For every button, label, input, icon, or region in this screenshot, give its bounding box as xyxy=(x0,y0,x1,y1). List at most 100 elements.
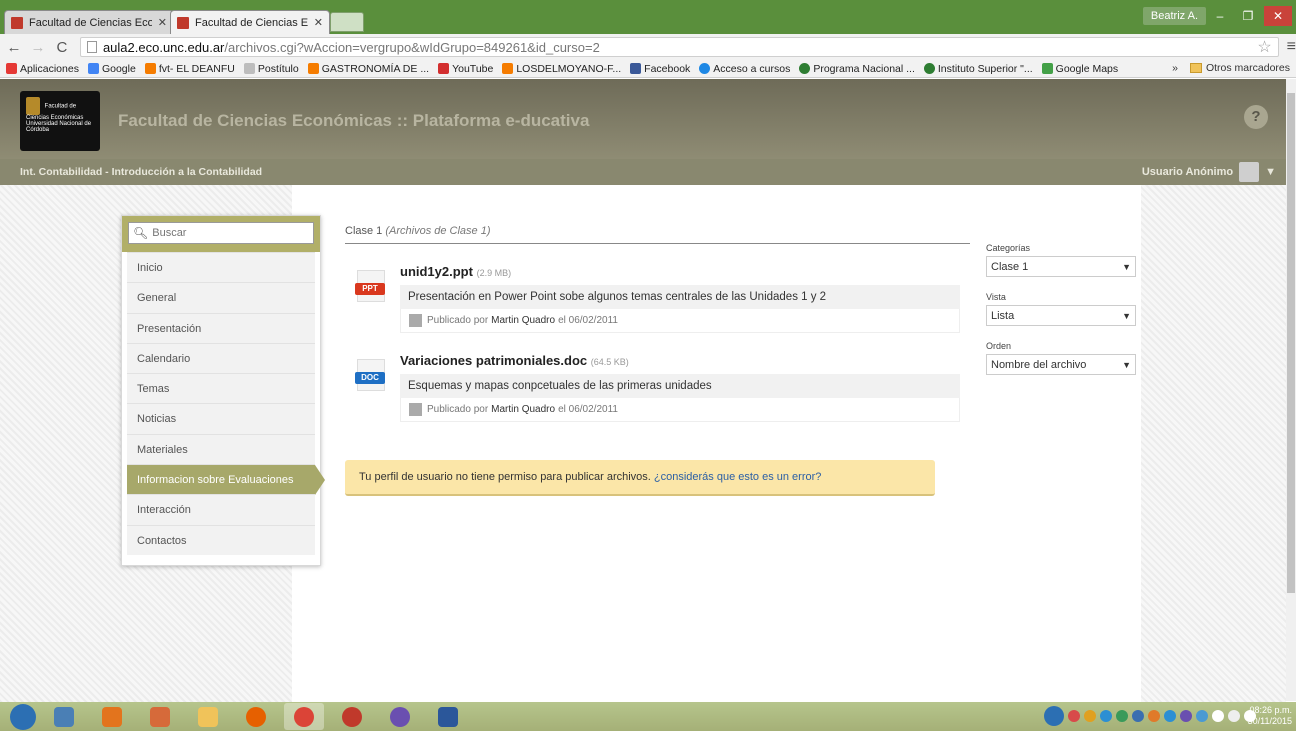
ppt-file-icon[interactable]: PPT xyxy=(355,270,385,302)
site-title: Facultad de Ciencias Económicas :: Plata… xyxy=(118,111,590,130)
browser-tab-1[interactable]: Facultad de Ciencias Econ ✕ xyxy=(4,10,174,34)
tray-icon[interactable] xyxy=(1068,710,1080,722)
bookmark-google-maps[interactable]: Google Maps xyxy=(1041,63,1118,75)
bookmark-item[interactable]: fvt- EL DEANFU xyxy=(144,63,235,75)
taskbar-app[interactable] xyxy=(428,703,468,730)
vista-label: Vista xyxy=(986,292,1006,302)
search-box[interactable]: 🔍︎ xyxy=(128,222,314,244)
taskbar-app[interactable] xyxy=(332,703,372,730)
tray-icon[interactable] xyxy=(1132,710,1144,722)
taskbar-app[interactable] xyxy=(44,703,84,730)
facebook-icon xyxy=(630,63,642,74)
help-icon[interactable]: ? xyxy=(1244,105,1268,129)
user-menu[interactable]: Usuario Anónimo ▼ xyxy=(1142,162,1276,182)
bookmark-item[interactable]: GASTRONOMÍA DE ... xyxy=(307,63,429,75)
tray-icon[interactable] xyxy=(1180,710,1192,722)
taskbar-app[interactable] xyxy=(92,703,132,730)
browser-user[interactable]: Beatriz A. xyxy=(1142,7,1206,25)
file-name-link[interactable]: unid1y2.ppt xyxy=(400,264,473,279)
bookmark-apps[interactable]: Aplicaciones xyxy=(6,63,79,75)
tray-icon[interactable] xyxy=(1084,710,1096,722)
bookmark-youtube[interactable]: YouTube xyxy=(438,63,493,75)
course-name[interactable]: Int. Contabilidad - Introducción a la Co… xyxy=(20,166,262,178)
author-link[interactable]: Martin Quadro xyxy=(491,315,555,326)
taskbar-app[interactable] xyxy=(140,703,180,730)
file-type-tag: PPT xyxy=(355,283,385,295)
reload-icon[interactable]: C xyxy=(52,39,72,56)
outlook-icon xyxy=(102,706,122,727)
sidebar-item-noticias[interactable]: Noticias xyxy=(127,403,315,434)
categorias-select[interactable]: Clase 1 ▼ xyxy=(986,256,1136,277)
author-link[interactable]: Martin Quadro xyxy=(491,404,555,415)
sidebar-item-general[interactable]: General xyxy=(127,282,315,313)
search-input[interactable] xyxy=(152,227,313,239)
file-name[interactable]: Variaciones patrimoniales.doc (64.5 KB) xyxy=(400,353,970,368)
avatar xyxy=(1239,162,1260,182)
flag-icon[interactable] xyxy=(1212,710,1224,722)
browser-menu-icon[interactable]: ≡ xyxy=(1287,38,1296,56)
taskbar-app[interactable] xyxy=(236,703,276,730)
sidebar-item-contactos[interactable]: Contactos xyxy=(127,524,315,555)
help-icon[interactable] xyxy=(1044,706,1064,726)
sidebar-item-temas[interactable]: Temas xyxy=(127,373,315,404)
back-icon[interactable]: ← xyxy=(4,39,24,56)
browser-tab-2[interactable]: Facultad de Ciencias Econ ✕ xyxy=(170,10,330,34)
bookmark-facebook[interactable]: Facebook xyxy=(630,63,690,75)
faculty-logo[interactable]: Facultad de Ciencias Económicas Universi… xyxy=(20,91,100,151)
minimize-icon[interactable]: – xyxy=(1206,6,1234,26)
page-icon xyxy=(243,63,255,74)
sidebar-item-calendario[interactable]: Calendario xyxy=(127,342,315,374)
tray-icon[interactable] xyxy=(1148,710,1160,722)
bookmark-google[interactable]: Google xyxy=(87,63,136,75)
sidebar-item-materiales[interactable]: Materiales xyxy=(127,433,315,465)
tray-icon[interactable] xyxy=(1164,710,1176,722)
orden-select[interactable]: Nombre del archivo ▼ xyxy=(986,354,1136,375)
report-error-link[interactable]: ¿considerás que esto es un error? xyxy=(654,471,822,483)
more-bookmarks-icon[interactable]: » xyxy=(1172,62,1178,74)
search-wrap: 🔍︎ xyxy=(122,216,320,252)
sidebar-item-inicio[interactable]: Inicio xyxy=(127,252,315,283)
close-icon[interactable]: ✕ xyxy=(314,16,323,29)
taskbar-app[interactable] xyxy=(188,703,228,730)
published-prefix: Publicado por xyxy=(427,404,489,415)
bookmark-star-icon[interactable]: ☆ xyxy=(1257,37,1271,57)
sidebar-item-interaccion[interactable]: Interacción xyxy=(127,494,315,525)
scroll-thumb[interactable] xyxy=(1287,93,1295,593)
doc-file-icon[interactable]: DOC xyxy=(355,359,385,391)
bookmark-item[interactable]: Programa Nacional ... xyxy=(799,63,915,75)
system-clock[interactable]: 08:26 p.m. 30/11/2015 xyxy=(1248,705,1292,727)
file-name-link[interactable]: Variaciones patrimoniales.doc xyxy=(400,353,587,368)
window-close-icon[interactable]: ✕ xyxy=(1264,6,1292,26)
bookmark-item[interactable]: Postítulo xyxy=(243,63,299,75)
bookmark-item[interactable]: LOSDELMOYANO-F... xyxy=(502,63,621,75)
sidebar-item-presentacion[interactable]: Presentación xyxy=(127,312,315,343)
new-tab-button[interactable] xyxy=(330,12,364,32)
blogger-icon xyxy=(502,63,514,74)
bookmark-item[interactable]: Instituto Superior "... xyxy=(923,63,1033,75)
taskbar-app[interactable] xyxy=(380,703,420,730)
sidebar: 🔍︎ Inicio General Presentación Calendari… xyxy=(121,215,325,566)
other-bookmarks[interactable]: » Otros marcadores xyxy=(1172,62,1290,74)
school-icon xyxy=(923,63,935,74)
page-scrollbar[interactable] xyxy=(1286,79,1296,701)
file-item: DOC Variaciones patrimoniales.doc (64.5 … xyxy=(345,353,970,422)
close-icon[interactable]: ✕ xyxy=(158,16,167,29)
published-prefix: Publicado por xyxy=(427,315,489,326)
url-field[interactable]: aula2.eco.unc.edu.ar/archivos.cgi?wAccio… xyxy=(79,37,1279,57)
vista-select[interactable]: Lista ▼ xyxy=(986,305,1136,326)
start-button[interactable] xyxy=(10,703,36,730)
tray-icon[interactable] xyxy=(1100,710,1112,722)
chevron-down-icon: ▼ xyxy=(1122,359,1131,370)
other-bookmarks-label: Otros marcadores xyxy=(1205,62,1290,74)
maximize-icon[interactable]: ❐ xyxy=(1234,6,1262,26)
tray-icon[interactable] xyxy=(1116,710,1128,722)
forward-icon[interactable]: → xyxy=(28,39,48,56)
bookmark-item[interactable]: Acceso a cursos xyxy=(699,63,790,75)
file-item: PPT unid1y2.ppt (2.9 MB) Presentación en… xyxy=(345,264,970,333)
vista-value: Lista xyxy=(991,309,1015,322)
network-icon[interactable] xyxy=(1228,710,1240,722)
taskbar-app[interactable] xyxy=(284,703,324,730)
tray-icon[interactable] xyxy=(1196,710,1208,722)
sidebar-item-evaluaciones[interactable]: Informacion sobre Evaluaciones xyxy=(127,464,325,496)
file-name[interactable]: unid1y2.ppt (2.9 MB) xyxy=(400,264,970,279)
